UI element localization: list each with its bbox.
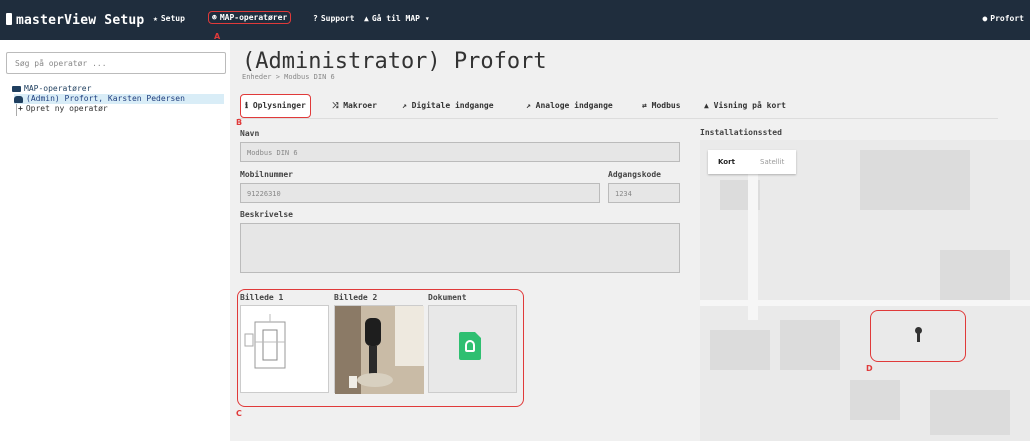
map-building xyxy=(850,380,900,420)
annotation-marker-c: C xyxy=(236,409,242,418)
tab-analoge-indgange[interactable]: ↗ Analoge indgange xyxy=(522,94,617,118)
users-icon xyxy=(14,95,23,103)
tree-item-label: (Admin) Profort, Karsten Pedersen xyxy=(26,94,185,103)
installation-map[interactable]: Kort Satellit D xyxy=(700,140,1030,441)
map-road xyxy=(700,300,1030,306)
name-field[interactable]: Modbus DIN 6 xyxy=(240,142,680,162)
operator-search-input[interactable] xyxy=(6,52,226,74)
map-icon: ▲ xyxy=(704,101,714,110)
star-icon: ★ xyxy=(153,14,158,23)
nav-user[interactable]: ● Profort xyxy=(982,14,1024,23)
nav-setup[interactable]: ★ Setup xyxy=(153,14,185,23)
nav-goto-map[interactable]: ▲ Gå til MAP ▾ xyxy=(364,14,430,23)
description-field[interactable] xyxy=(240,223,680,273)
tab-label: Modbus xyxy=(651,101,681,110)
map-icon: ▲ xyxy=(364,14,369,23)
nav-map-operators-label: MAP-operatører xyxy=(219,13,288,22)
name-label: Navn xyxy=(240,129,260,138)
arrow-icon: ↗ xyxy=(402,101,412,110)
nav-support-label: Support xyxy=(320,14,355,23)
map-road xyxy=(748,170,758,320)
location-highlight xyxy=(870,310,966,362)
tab-modbus[interactable]: ⇄ Modbus xyxy=(638,94,685,118)
photo-image xyxy=(335,306,424,394)
nav-user-label: Profort xyxy=(990,14,1024,23)
tab-label: Analoge indgange xyxy=(535,101,613,110)
tab-oplysninger[interactable]: ℹ Oplysninger xyxy=(240,94,311,118)
tree-item-label: MAP-operatører xyxy=(24,84,92,93)
sidebar: MAP-operatører (Admin) Profort, Karsten … xyxy=(0,40,230,441)
tab-label: Oplysninger xyxy=(252,101,306,110)
map-building xyxy=(860,150,970,210)
map-building xyxy=(710,330,770,370)
help-icon: ? xyxy=(313,14,318,23)
map-type-map-button[interactable]: Kort xyxy=(718,158,735,166)
breadcrumb[interactable]: Enheder > Modbus DIN 6 xyxy=(242,73,335,81)
annotation-marker-b: B xyxy=(236,118,243,127)
map-type-toggle: Kort Satellit xyxy=(708,150,796,174)
pdf-icon xyxy=(459,332,481,360)
tab-makroer[interactable]: ⤨ Makroer xyxy=(328,94,381,118)
arrow-icon: ↗ xyxy=(526,101,536,110)
map-building xyxy=(940,250,1010,300)
image2-label: Billede 2 xyxy=(334,293,378,302)
users-icon: ☻ xyxy=(212,13,217,22)
tab-label: Makroer xyxy=(343,101,377,110)
image1-label: Billede 1 xyxy=(240,293,284,302)
diagram-image xyxy=(244,314,286,369)
plus-icon: + xyxy=(18,104,23,113)
tab-label: Visning på kort xyxy=(713,101,786,110)
annotation-marker-d: D xyxy=(866,364,873,373)
image1-thumbnail[interactable] xyxy=(240,305,329,393)
code-label: Adgangskode xyxy=(608,170,661,179)
tree-item-create-operator[interactable]: + Opret ny operatør xyxy=(18,104,224,114)
map-building xyxy=(780,320,840,370)
page-title: (Administrator) Profort xyxy=(242,49,547,74)
nav-support[interactable]: ? Support xyxy=(313,14,355,23)
operator-tree: MAP-operatører (Admin) Profort, Karsten … xyxy=(12,84,224,114)
tab-label: Digitale indgange xyxy=(411,101,494,110)
folder-icon xyxy=(12,86,21,92)
map-type-satellite-button[interactable]: Satellit xyxy=(760,158,784,166)
pdf-symbol xyxy=(465,340,475,352)
map-pin-icon[interactable] xyxy=(915,327,922,343)
caret-down-icon: ▾ xyxy=(420,14,430,23)
user-icon: ● xyxy=(982,14,988,23)
nav-goto-map-label: Gå til MAP xyxy=(371,14,420,23)
image2-thumbnail[interactable] xyxy=(334,305,424,394)
map-building xyxy=(930,390,1010,435)
description-label: Beskrivelse xyxy=(240,210,293,219)
code-field[interactable]: 1234 xyxy=(608,183,680,203)
tab-visning-paa-kort[interactable]: ▲ Visning på kort xyxy=(700,94,790,118)
nav-setup-label: Setup xyxy=(160,14,185,23)
info-icon: ℹ xyxy=(245,101,253,110)
shuffle-icon: ⤨ xyxy=(332,101,344,110)
top-navbar: masterView Setup ★ Setup ☻ MAP-operatører … xyxy=(0,0,1030,40)
main-content: (Administrator) Profort Enheder > Modbus… xyxy=(230,40,1030,441)
document-thumbnail[interactable] xyxy=(428,305,517,393)
tree-item-selected-operator[interactable]: (Admin) Profort, Karsten Pedersen xyxy=(14,94,224,104)
tab-divider xyxy=(238,118,998,119)
mobile-label: Mobilnummer xyxy=(240,170,293,179)
nav-map-operators[interactable]: ☻ MAP-operatører xyxy=(208,11,292,24)
exchange-icon: ⇄ xyxy=(642,101,652,110)
mobile-field[interactable]: 91226310 xyxy=(240,183,600,203)
map-label: Installationssted xyxy=(700,128,782,137)
brand[interactable]: masterView Setup xyxy=(6,13,144,28)
tab-digitale-indgange[interactable]: ↗ Digitale indgange xyxy=(398,94,498,118)
brand-label: masterView Setup xyxy=(16,13,145,28)
tree-item-map-operators[interactable]: MAP-operatører xyxy=(12,84,224,94)
document-label: Dokument xyxy=(428,293,467,302)
tree-item-label: Opret ny operatør xyxy=(25,104,108,113)
brand-icon xyxy=(6,13,12,25)
